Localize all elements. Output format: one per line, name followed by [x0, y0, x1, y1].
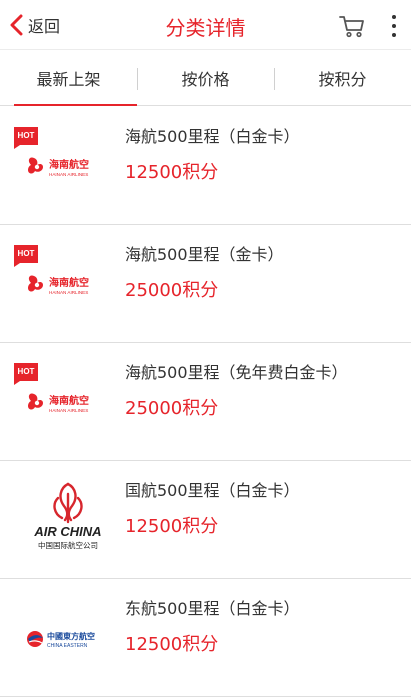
cart-button[interactable] — [338, 12, 366, 40]
hot-badge: HOT — [14, 245, 38, 267]
svg-text:HAINAN AIRLINES: HAINAN AIRLINES — [49, 172, 88, 177]
product-item[interactable]: AIR CHINA 中国国际航空公司 国航500里程（白金卡） 12500积分 — [0, 461, 411, 579]
svg-text:CHINA EASTERN: CHINA EASTERN — [47, 643, 88, 649]
product-title: 海航500里程（金卡） — [125, 245, 284, 264]
china-eastern-logo: 中國東方航空 CHINA EASTERN — [25, 624, 115, 654]
hot-badge: HOT — [14, 363, 38, 385]
product-points: 12500积分 — [125, 634, 219, 655]
tab-newest[interactable]: 最新上架 — [0, 50, 137, 106]
product-item[interactable]: HOT 海南航空 HAINAN AIRLINES 海航500里程（免年费白金卡）… — [0, 343, 411, 461]
air-china-logo: AIR CHINA 中国国际航空公司 — [28, 478, 108, 558]
svg-text:HAINAN AIRLINES: HAINAN AIRLINES — [49, 290, 88, 295]
app-header: 返回 分类详情 — [0, 0, 411, 50]
svg-text:AIR CHINA: AIR CHINA — [33, 524, 101, 539]
svg-text:海南航空: 海南航空 — [49, 276, 89, 289]
product-points: 12500积分 — [125, 162, 219, 183]
hainan-airlines-logo: 海南航空 HAINAN AIRLINES — [25, 152, 115, 182]
tab-by-price[interactable]: 按价格 — [137, 50, 274, 105]
product-title: 国航500里程（白金卡） — [125, 481, 300, 500]
product-points: 12500积分 — [125, 516, 219, 537]
product-item[interactable]: 中國東方航空 CHINA EASTERN 东航500里程（白金卡） 12500积… — [0, 579, 411, 697]
more-dot — [392, 33, 396, 37]
product-title: 海航500里程（白金卡） — [125, 127, 300, 146]
more-dot — [392, 24, 396, 28]
more-vertical-icon[interactable] — [386, 12, 402, 40]
svg-text:HAINAN AIRLINES: HAINAN AIRLINES — [49, 408, 88, 413]
product-item[interactable]: HOT 海南航空 HAINAN AIRLINES 海航500里程（金卡） 250… — [0, 225, 411, 343]
product-points: 25000积分 — [125, 280, 219, 301]
cart-icon — [339, 16, 364, 38]
product-points: 25000积分 — [125, 398, 219, 419]
product-title: 东航500里程（白金卡） — [125, 599, 300, 618]
product-list: HOT 海南航空 HAINAN AIRLINES 海航500里程（白金卡） 12… — [0, 107, 411, 697]
product-item[interactable]: HOT 海南航空 HAINAN AIRLINES 海航500里程（白金卡） 12… — [0, 107, 411, 225]
tab-by-points[interactable]: 按积分 — [274, 50, 411, 105]
svg-text:海南航空: 海南航空 — [49, 158, 89, 171]
hot-badge: HOT — [14, 127, 38, 149]
svg-text:中国国际航空公司: 中国国际航空公司 — [38, 540, 98, 550]
hainan-airlines-logo: 海南航空 HAINAN AIRLINES — [25, 270, 115, 300]
svg-text:海南航空: 海南航空 — [49, 394, 89, 407]
chevron-left-icon — [10, 14, 23, 36]
product-title: 海航500里程（免年费白金卡） — [125, 363, 348, 382]
hainan-airlines-logo: 海南航空 HAINAN AIRLINES — [25, 388, 115, 418]
sort-tabs: 最新上架 按价格 按积分 — [0, 50, 411, 106]
more-dot — [392, 15, 396, 19]
back-button[interactable]: 返回 — [8, 10, 60, 40]
back-label: 返回 — [28, 17, 61, 36]
svg-text:中國東方航空: 中國東方航空 — [47, 631, 95, 641]
